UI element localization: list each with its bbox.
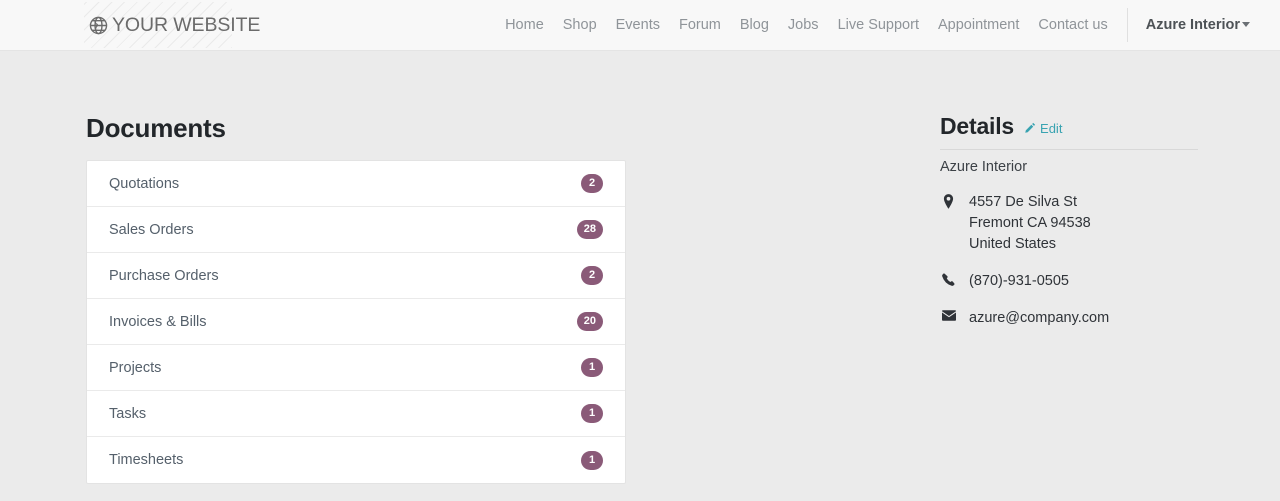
status-badge: 28 bbox=[576, 220, 603, 239]
status-badge: 2 bbox=[581, 174, 603, 193]
list-item-label: Quotations bbox=[109, 175, 180, 192]
site-header: YOUR WEBSITE Home Shop Events Forum Blog… bbox=[0, 0, 1280, 51]
nav-item-contact-us[interactable]: Contact us bbox=[1029, 0, 1117, 50]
address-row: 4557 De Silva St Fremont CA 94538 United… bbox=[940, 192, 1198, 255]
address-text: 4557 De Silva St Fremont CA 94538 United… bbox=[969, 192, 1091, 255]
nav-item-jobs[interactable]: Jobs bbox=[778, 0, 828, 50]
address-line-1: 4557 De Silva St bbox=[969, 194, 1078, 210]
page-title: Documents bbox=[86, 113, 226, 143]
status-badge: 20 bbox=[576, 312, 603, 331]
brand-logo-link[interactable]: YOUR WEBSITE bbox=[84, 0, 261, 50]
list-item-tasks[interactable]: Tasks 1 bbox=[87, 391, 625, 437]
nav-item-home[interactable]: Home bbox=[496, 0, 554, 50]
user-menu-label: Azure Interior bbox=[1145, 17, 1240, 33]
nav-item-forum[interactable]: Forum bbox=[669, 0, 730, 50]
list-item-label: Projects bbox=[109, 359, 162, 376]
nav-item-events[interactable]: Events bbox=[606, 0, 669, 50]
partner-name: Azure Interior bbox=[940, 159, 1028, 175]
documents-list: Quotations 2 Sales Orders 28 Purchase Or… bbox=[86, 160, 626, 484]
status-badge: 1 bbox=[581, 404, 603, 423]
list-item-purchase-orders[interactable]: Purchase Orders 2 bbox=[87, 253, 625, 299]
phone-icon bbox=[940, 271, 957, 286]
documents-section: Documents Quotations 2 Sales Orders 28 P… bbox=[86, 113, 626, 484]
list-item-sales-orders[interactable]: Sales Orders 28 bbox=[87, 207, 625, 253]
nav-item-blog[interactable]: Blog bbox=[730, 0, 778, 50]
email-address[interactable]: azure@company.com bbox=[969, 308, 1109, 329]
details-title: Details bbox=[940, 113, 1015, 139]
nav-item-appointment[interactable]: Appointment bbox=[928, 0, 1028, 50]
globe-icon bbox=[88, 15, 109, 36]
details-header: Details Edit bbox=[940, 113, 1198, 140]
status-badge: 1 bbox=[581, 358, 603, 377]
address-line-2: Fremont CA 94538 bbox=[969, 215, 1091, 231]
envelope-icon bbox=[940, 308, 957, 321]
nav-item-live-support[interactable]: Live Support bbox=[828, 0, 928, 50]
nav-divider bbox=[1127, 8, 1129, 42]
list-item-projects[interactable]: Projects 1 bbox=[87, 345, 625, 391]
pencil-icon bbox=[1024, 122, 1036, 134]
phone-row: (870)-931-0505 bbox=[940, 271, 1198, 292]
location-pin-icon bbox=[940, 192, 957, 209]
user-menu-button[interactable]: Azure Interior bbox=[1136, 0, 1256, 50]
main-navigation: Home Shop Events Forum Blog Jobs Live Su… bbox=[496, 0, 1256, 50]
list-item-invoices-and-bills[interactable]: Invoices & Bills 20 bbox=[87, 299, 625, 345]
phone-number[interactable]: (870)-931-0505 bbox=[969, 271, 1069, 292]
status-badge: 1 bbox=[581, 450, 603, 470]
email-row: azure@company.com bbox=[940, 308, 1198, 329]
chevron-down-icon bbox=[1242, 21, 1250, 27]
brand-name: YOUR WEBSITE bbox=[112, 13, 261, 36]
nav-item-shop[interactable]: Shop bbox=[553, 0, 606, 50]
address-line-3: United States bbox=[969, 236, 1057, 252]
list-item-quotations[interactable]: Quotations 2 bbox=[87, 161, 625, 207]
list-item-label: Invoices & Bills bbox=[109, 313, 207, 330]
list-item-label: Tasks bbox=[109, 405, 147, 422]
list-item-label: Timesheets bbox=[109, 452, 184, 468]
details-panel: Details Edit Azure Interior 4557 De Silv… bbox=[940, 113, 1198, 345]
edit-details-button[interactable]: Edit bbox=[1024, 121, 1062, 136]
list-item-label: Sales Orders bbox=[109, 221, 194, 238]
list-item-label: Purchase Orders bbox=[109, 267, 219, 284]
edit-details-label: Edit bbox=[1040, 120, 1063, 136]
list-item-timesheets[interactable]: Timesheets 1 bbox=[87, 437, 625, 483]
details-divider bbox=[940, 149, 1198, 150]
status-badge: 2 bbox=[581, 266, 603, 285]
